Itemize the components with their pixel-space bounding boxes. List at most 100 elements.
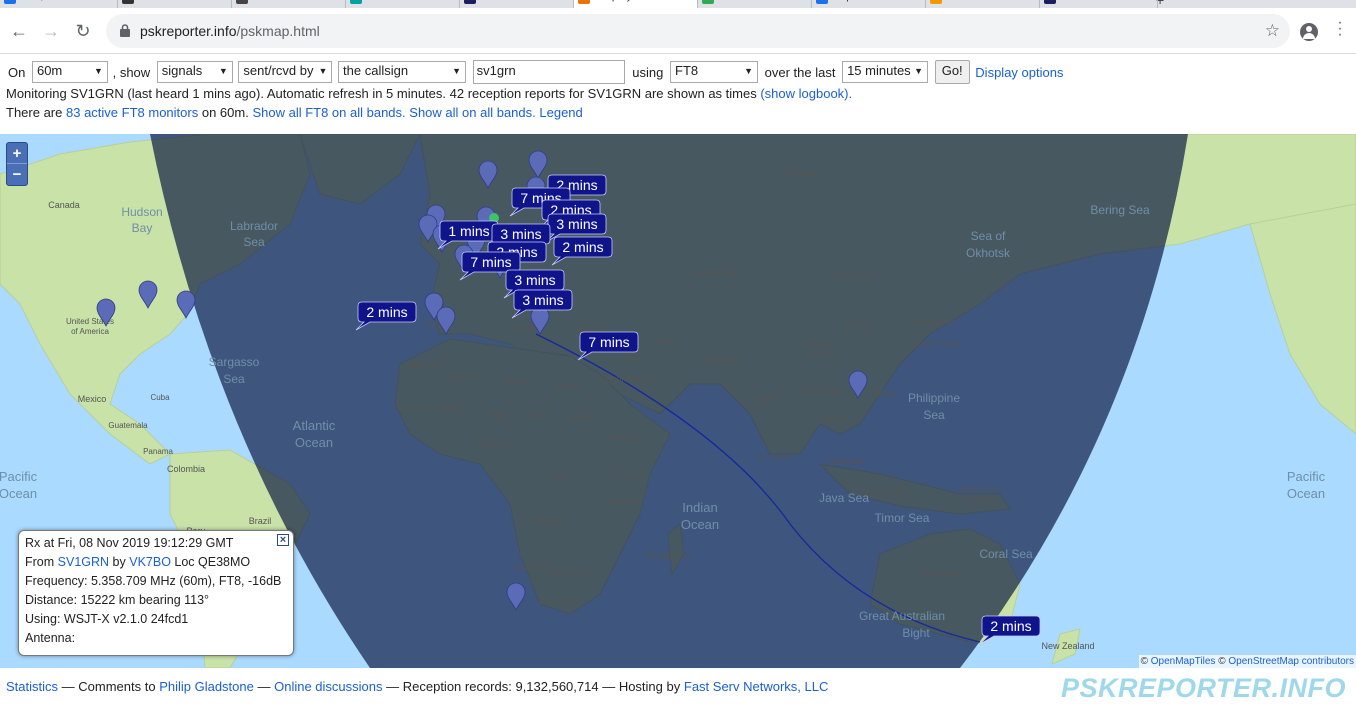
from-callsign-link[interactable]: SV1GRN <box>58 555 109 569</box>
tab-close-icon[interactable]: × <box>559 0 565 2</box>
rx-time: Rx at Fri, 08 Nov 2019 19:12:29 GMT <box>25 536 234 550</box>
tab-close-icon[interactable]: × <box>683 0 689 2</box>
tab-favicon-icon <box>578 0 590 4</box>
time-bubble-label: 3 mins <box>514 272 555 288</box>
online-discussions-link[interactable]: Online discussions <box>274 679 382 694</box>
browser-menu-icon[interactable]: · · · <box>1336 15 1344 43</box>
mode-select[interactable]: FT8 ▼ <box>670 61 758 83</box>
tab-favicon-icon <box>930 0 942 4</box>
map-label: Sea <box>923 408 945 422</box>
browser-tab[interactable]: WSPR × <box>926 0 1040 8</box>
map-label: of China <box>805 349 835 358</box>
browser-tab[interactable]: Cloud S × <box>346 0 460 8</box>
map-label: Philippine <box>908 391 960 405</box>
show-logbook-link[interactable]: (show logbook). <box>760 86 852 101</box>
address-bar[interactable]: pskreporter.info/pskmap.html ☆ <box>106 14 1290 48</box>
tab-label: Vertex <box>254 0 285 2</box>
map-label: Ocean <box>0 486 37 501</box>
target-select[interactable]: the callsign ▼ <box>338 61 467 83</box>
bookmark-star-icon[interactable]: ☆ <box>1265 21 1280 41</box>
tab-close-icon[interactable]: × <box>1143 0 1149 2</box>
tab-favicon-icon <box>122 0 134 4</box>
map-label: Mauritania <box>397 403 435 412</box>
openmaptiles-link[interactable]: OpenMapTiles <box>1151 656 1216 667</box>
time-bubble[interactable]: 2 mins <box>979 615 1041 645</box>
forward-icon[interactable]: → <box>40 20 62 42</box>
time-bubble-label: 7 mins <box>588 334 629 350</box>
locator: Loc QE38MO <box>174 555 251 569</box>
map-label: Canada <box>48 200 80 210</box>
by-callsign-link[interactable]: VK7BO <box>129 555 171 569</box>
map-label: Morocco <box>409 361 440 370</box>
map-label: Bering Sea <box>1090 203 1150 217</box>
map-label: Republic <box>804 339 835 348</box>
tab-close-icon[interactable]: × <box>217 0 223 2</box>
hosting-link[interactable]: Fast Serv Networks, LLC <box>684 679 829 694</box>
legend-link[interactable]: Legend <box>539 105 582 120</box>
browser-tab[interactable]: Calendar × <box>698 0 812 8</box>
map-label: Okhotsk <box>966 246 1011 260</box>
back-icon[interactable]: ← <box>8 20 30 42</box>
browser-tab[interactable]: SV1GRN × <box>1040 0 1158 8</box>
map-label: Sargasso <box>209 355 260 369</box>
map-label: Madagascar <box>646 551 690 560</box>
map-label: India <box>755 394 777 405</box>
map-label: Timor Sea <box>875 511 930 525</box>
zoom-out-button[interactable]: − <box>7 164 27 185</box>
reload-icon[interactable]: ↻ <box>72 20 94 42</box>
browser-tab-strip: + Ask, ask×Breadth×Vertex×Cloud S×SV1GRN… <box>0 0 1356 8</box>
map-label: Java Sea <box>819 491 869 505</box>
show-all-ft8-link[interactable]: Show all FT8 on all bands. <box>252 105 405 120</box>
active-monitors-link[interactable]: 83 active FT8 monitors <box>66 105 198 120</box>
site-logo: PSKREPORTER.INFO <box>1060 673 1346 703</box>
map-label: Iran <box>658 336 674 346</box>
map-label: Pacific <box>0 469 38 484</box>
map-label: Russia <box>785 168 816 179</box>
browser-tab[interactable]: Ask, ask × <box>0 0 118 8</box>
monitors-status: There are 83 active FT8 monitors on 60m.… <box>6 105 583 120</box>
direction-select[interactable]: sent/rcvd by ▼ <box>238 61 333 83</box>
map-label: Ocean <box>681 517 719 532</box>
map-label: Sudan <box>569 412 595 422</box>
using-label: using <box>632 64 664 80</box>
callsign-input[interactable]: sv1grn <box>472 60 625 84</box>
zoom-in-button[interactable]: + <box>7 143 27 164</box>
map-label: Botswana <box>548 567 584 576</box>
account-icon[interactable] <box>1300 23 1318 41</box>
browser-tab[interactable]: SV1GRN × <box>460 0 574 8</box>
tab-close-icon[interactable]: × <box>331 0 337 2</box>
go-button[interactable]: Go! <box>934 60 970 84</box>
popup-close-icon[interactable]: × <box>277 534 289 546</box>
show-select[interactable]: signals ▼ <box>156 61 233 83</box>
band-select[interactable]: 60m ▼ <box>31 61 108 83</box>
period-select[interactable]: 15 minutes ▼ <box>842 61 929 83</box>
author-link[interactable]: Philip Gladstone <box>159 679 254 694</box>
time-bubble-label: 7 mins <box>470 254 511 270</box>
tab-favicon-icon <box>464 0 476 4</box>
browser-tab[interactable]: https:// × <box>812 0 926 8</box>
monitoring-status: Monitoring SV1GRN (last heard 1 mins ago… <box>6 86 852 101</box>
map-label: China <box>845 320 872 331</box>
map-label: Saudi Arabia <box>600 374 651 384</box>
browser-tab[interactable]: Display × <box>574 0 698 8</box>
reception-map[interactable]: Hudson Bay Labrador Sea Canada United States o… <box>0 134 1356 668</box>
antenna-line: Antenna: <box>25 631 76 645</box>
tab-close-icon[interactable]: × <box>1025 0 1031 2</box>
frequency-line: Frequency: 5.358.709 MHz (60m), FT8, -16… <box>25 574 282 588</box>
map-label: Sea <box>223 372 245 386</box>
display-options-link[interactable]: Display options <box>975 65 1063 80</box>
map-label: North Korea <box>910 317 954 326</box>
tab-close-icon[interactable]: × <box>911 0 917 2</box>
browser-tab[interactable]: Vertex × <box>232 0 346 8</box>
show-all-link[interactable]: Show all on all bands. <box>409 105 535 120</box>
map-label: Bight <box>902 626 930 640</box>
map-label: Kazakhstan <box>692 268 739 278</box>
tab-close-icon[interactable]: × <box>103 0 109 2</box>
tab-close-icon[interactable]: × <box>445 0 451 2</box>
openstreetmap-link[interactable]: OpenStreetMap contributors <box>1228 656 1354 667</box>
browser-tab[interactable]: Breadth × <box>118 0 232 8</box>
tab-close-icon[interactable]: × <box>797 0 803 2</box>
map-label: Pakistan <box>707 356 742 366</box>
statistics-link[interactable]: Statistics <box>6 679 58 694</box>
map-label: Sea of <box>971 229 1006 243</box>
